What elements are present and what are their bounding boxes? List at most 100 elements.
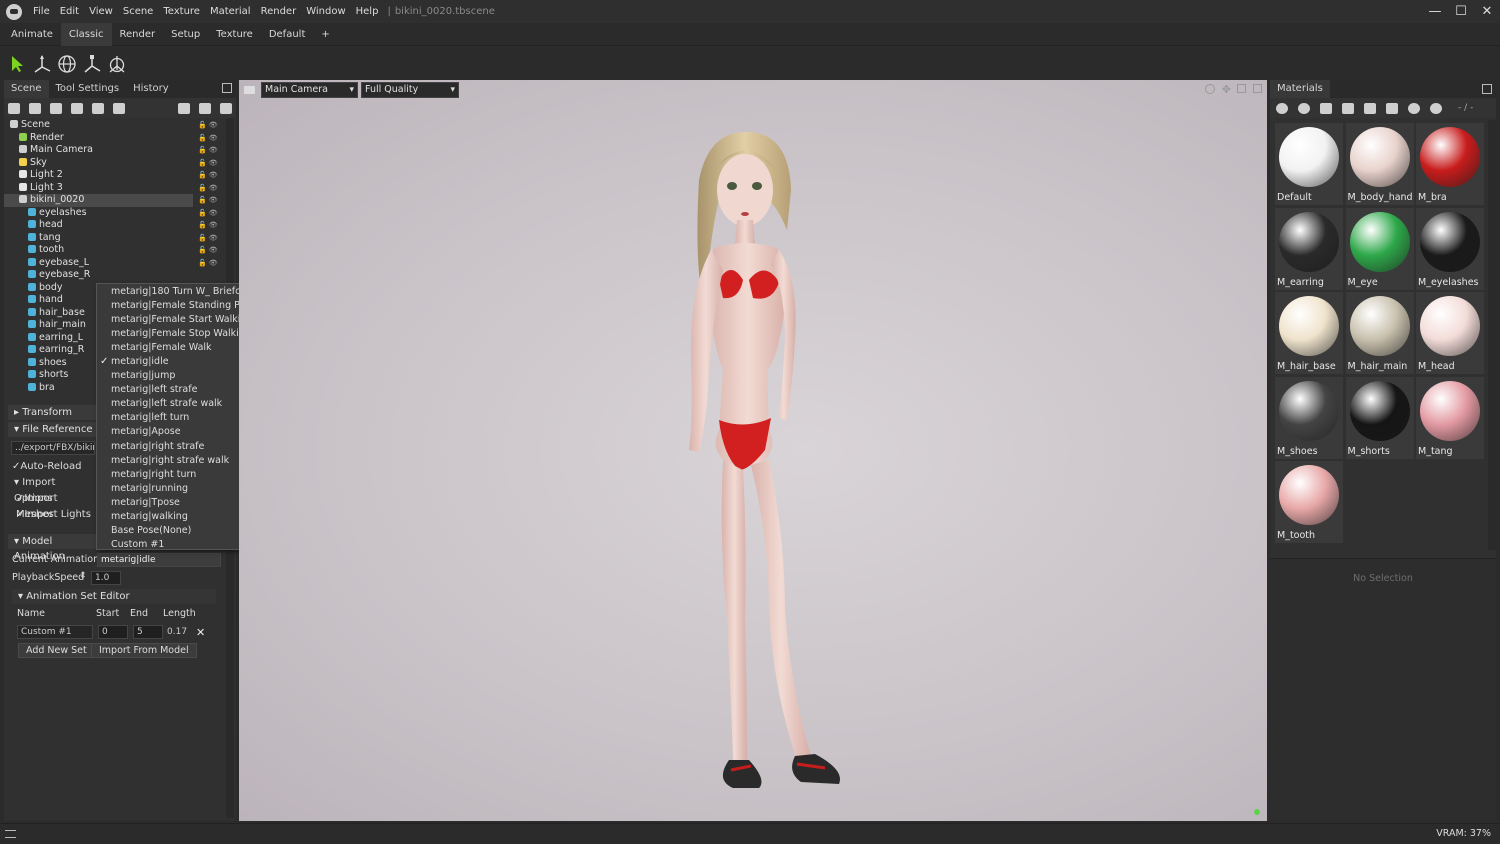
lock-visibility-icons[interactable]: 🔓👁	[198, 232, 222, 245]
frame-icon[interactable]	[1237, 84, 1246, 93]
pick-material-icon[interactable]	[1386, 102, 1398, 114]
material-m-eyelashes[interactable]: M_eyelashes	[1416, 207, 1484, 290]
add-sky-icon[interactable]	[71, 102, 83, 114]
lock-visibility-icons[interactable]: 🔓👁	[198, 244, 222, 257]
tree-item-render[interactable]: Render 🔓👁	[4, 132, 232, 145]
playback-speed-field[interactable]: 1.0	[91, 571, 121, 585]
menu-item-metarig-apose[interactable]: metarig|Apose	[97, 425, 243, 439]
file-reference-section[interactable]: ▾ File Reference	[8, 422, 96, 437]
close-button[interactable]: ✕	[1474, 0, 1500, 23]
menu-item-metarig-jump[interactable]: metarig|jump	[97, 369, 243, 383]
tree-item-main-camera[interactable]: Main Camera 🔓👁	[4, 144, 232, 157]
material-m-shoes[interactable]: M_shoes	[1275, 376, 1343, 459]
material-default[interactable]: Default	[1275, 123, 1343, 205]
menu-item-metarig-female-stop-walking[interactable]: metarig|Female Stop Walking	[97, 327, 251, 341]
material-m-tang[interactable]: M_tang	[1416, 376, 1484, 459]
menu-material[interactable]: Material	[205, 6, 256, 17]
menu-item-metarig-female-start-walking[interactable]: metarig|Female Start Walking	[97, 313, 252, 327]
apply-icon[interactable]	[1430, 102, 1442, 114]
workspace-tab-setup[interactable]: Setup	[163, 23, 208, 46]
menu-edit[interactable]: Edit	[55, 6, 84, 17]
view-settings-icon[interactable]	[1205, 84, 1215, 94]
material-m-earring[interactable]: M_earring	[1275, 207, 1343, 290]
tree-item-bikini-0020[interactable]: bikini_0020 🔓👁	[4, 194, 218, 207]
menu-help[interactable]: Help	[351, 6, 384, 17]
checker-icon[interactable]	[1320, 102, 1332, 114]
material-m-hair-base[interactable]: M_hair_base	[1275, 292, 1343, 374]
add-new-set-button[interactable]: Add New Set	[18, 643, 95, 658]
workspace-tab-animate[interactable]: Animate	[3, 23, 61, 46]
lock-visibility-icons[interactable]: 🔓👁	[198, 169, 222, 182]
playback-spinner-icon[interactable]: ⇕	[79, 571, 87, 581]
menu-lines-icon[interactable]	[5, 830, 16, 838]
material-m-eye[interactable]: M_eye	[1345, 207, 1414, 290]
import-from-model-button[interactable]: Import From Model	[91, 643, 197, 658]
tree-item-sky[interactable]: Sky 🔓👁	[4, 157, 232, 170]
tree-item-tang[interactable]: tang 🔓👁	[4, 232, 232, 245]
set-end-field[interactable]: 5	[133, 625, 163, 639]
delete-icon[interactable]	[220, 102, 232, 114]
workspace-tab-default[interactable]: Default	[261, 23, 314, 46]
delete-set-icon[interactable]: ✕	[196, 626, 205, 639]
menu-scene[interactable]: Scene	[118, 6, 159, 17]
maximize-viewport-icon[interactable]	[1253, 84, 1262, 93]
set-start-field[interactable]: 0	[98, 625, 128, 639]
material-m-head[interactable]: M_head	[1416, 292, 1484, 374]
workspace-tab-classic[interactable]: Classic	[60, 22, 112, 46]
menu-render[interactable]: Render	[256, 6, 302, 17]
materials-scrollbar[interactable]	[1488, 120, 1496, 550]
add-material-icon[interactable]	[1276, 102, 1288, 114]
workspace-tab-add[interactable]: +	[313, 23, 337, 46]
move-tool-icon[interactable]	[31, 53, 53, 75]
3d-viewport[interactable]: Main Camera Full Quality ✥	[239, 80, 1267, 821]
select-tool-icon[interactable]	[6, 53, 28, 75]
material-m-tooth[interactable]: M_tooth	[1275, 461, 1343, 543]
quality-dropdown[interactable]: Full Quality	[361, 82, 459, 98]
delete-material-icon[interactable]	[1364, 102, 1376, 114]
rotate-tool-icon[interactable]	[56, 53, 78, 75]
maximize-button[interactable]: ☐	[1448, 0, 1474, 23]
import-options-section[interactable]: ▾ Import Options	[8, 475, 96, 504]
menu-item-metarig-female-standing-pose[interactable]: metarig|Female Standing Pose	[97, 299, 256, 313]
tree-item-eyelashes[interactable]: eyelashes 🔓👁	[4, 207, 232, 220]
menu-item-metarig-right-strafe[interactable]: metarig|right strafe	[97, 440, 243, 454]
lock-visibility-icons[interactable]: 🔓👁	[198, 132, 222, 145]
folder-icon[interactable]	[178, 102, 190, 114]
menu-item-metarig-180-turn-w-briefcase[interactable]: metarig|180 Turn W_ Briefcase	[97, 285, 257, 299]
transform-section[interactable]: ▸ Transform	[8, 405, 96, 420]
lock-visibility-icons[interactable]: 🔓👁	[198, 182, 222, 195]
auto-reload-checkbox[interactable]: ✓Auto-Reload	[8, 459, 96, 475]
menu-item-metarig-walking[interactable]: metarig|walking	[97, 510, 243, 524]
tab-scene[interactable]: Scene	[4, 80, 49, 98]
lock-visibility-icons[interactable]: 🔓👁	[198, 219, 222, 232]
set-name-field[interactable]: Custom #1	[17, 625, 93, 639]
menu-item-metarig-tpose[interactable]: metarig|Tpose	[97, 496, 243, 510]
tree-item-tooth[interactable]: tooth 🔓👁	[4, 244, 232, 257]
model-animation-section[interactable]: ▾ Model Animation	[8, 534, 96, 562]
menu-item-metarig-left-strafe-walk[interactable]: metarig|left strafe walk	[97, 397, 243, 411]
animation-set-editor-section[interactable]: ▾ Animation Set Editor	[12, 589, 216, 604]
workspace-tab-render[interactable]: Render	[112, 23, 164, 46]
tree-item-light-2[interactable]: Light 2 🔓👁	[4, 169, 232, 182]
menu-texture[interactable]: Texture	[158, 6, 205, 17]
add-mesh-icon[interactable]	[8, 102, 20, 114]
menu-item-metarig-right-strafe-walk[interactable]: metarig|right strafe walk	[97, 454, 243, 468]
menu-item-metarig-idle[interactable]: ✓ metarig|idle	[97, 355, 243, 369]
menu-item-metarig-left-turn[interactable]: metarig|left turn	[97, 411, 243, 425]
tree-item-eyebase-l[interactable]: eyebase_L 🔓👁	[4, 257, 232, 270]
file-path-field[interactable]: ../export/FBX/bikini	[11, 441, 95, 455]
lock-visibility-icons[interactable]: 🔓👁	[198, 144, 222, 157]
popout-icon[interactable]	[1482, 84, 1492, 94]
folder-icon[interactable]	[1342, 102, 1354, 114]
menu-item-metarig-right-turn[interactable]: metarig|right turn	[97, 468, 243, 482]
menu-item-metarig-left-strafe[interactable]: metarig|left strafe	[97, 383, 243, 397]
menu-file[interactable]: File	[28, 6, 55, 17]
tree-item-eyebase-r[interactable]: eyebase_R	[4, 269, 232, 282]
menu-item-metarig-running[interactable]: metarig|running	[97, 482, 243, 496]
lock-visibility-icons[interactable]: 🔓👁	[198, 119, 222, 132]
add-shadow-icon[interactable]	[92, 102, 104, 114]
refresh-icon[interactable]	[1408, 102, 1420, 114]
menu-item-base-pose-none[interactable]: Base Pose(None)	[97, 524, 243, 538]
tree-item-light-3[interactable]: Light 3 🔓👁	[4, 182, 232, 195]
material-m-bra[interactable]: M_bra	[1416, 123, 1484, 205]
